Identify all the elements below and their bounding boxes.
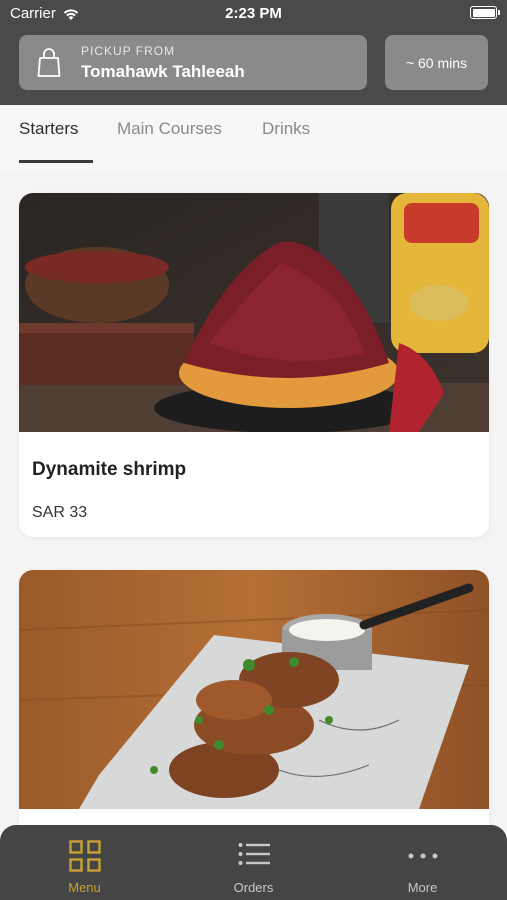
battery-icon <box>470 6 500 19</box>
pickup-label: PICKUP FROM <box>81 43 176 58</box>
tab-starters[interactable]: Starters <box>19 119 79 139</box>
eta-button[interactable]: ~ 60 mins <box>385 35 488 90</box>
pickup-location-name: Tomahawk Tahleeah <box>81 61 245 81</box>
menu-item-price: SAR 33 <box>32 504 88 521</box>
pickup-text: PICKUP FROM Tomahawk Tahleeah <box>81 44 245 82</box>
bottom-nav: Menu Orders More <box>0 825 507 900</box>
nav-orders-label: Orders <box>233 880 274 895</box>
tab-drinks[interactable]: Drinks <box>262 119 310 139</box>
nav-menu-label: Menu <box>68 880 101 895</box>
tab-main-courses[interactable]: Main Courses <box>117 119 222 139</box>
dots-icon <box>338 839 507 873</box>
shopping-bag-icon <box>33 43 65 83</box>
food-photo <box>19 570 489 809</box>
menu-item-name: Dynamite shrimp <box>32 459 187 480</box>
pickup-location-button[interactable]: PICKUP FROM Tomahawk Tahleeah <box>19 35 367 90</box>
status-bar: Carrier 2:23 PM <box>0 0 507 28</box>
list-icon <box>169 839 338 873</box>
nav-menu[interactable]: Menu <box>0 825 169 900</box>
grid-icon <box>0 839 169 873</box>
nav-more[interactable]: More <box>338 825 507 900</box>
nav-orders[interactable]: Orders <box>169 825 338 900</box>
eta-label: ~ 60 mins <box>405 54 468 71</box>
menu-item-card[interactable]: Dynamite shrimp SAR 33 <box>19 193 489 537</box>
food-photo <box>19 193 489 432</box>
app-header: Carrier 2:23 PM PICKUP FROM Tomahawk Tah… <box>0 0 507 105</box>
status-time: 2:23 PM <box>225 5 282 22</box>
active-tab-indicator <box>19 160 93 163</box>
nav-more-label: More <box>407 880 438 895</box>
